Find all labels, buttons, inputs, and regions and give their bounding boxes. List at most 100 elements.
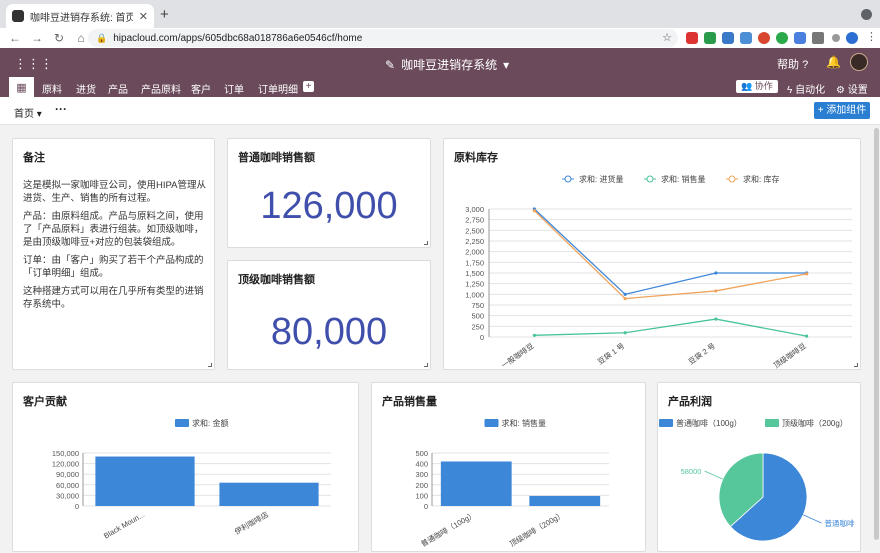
app-name: 咖啡豆进销存系统 bbox=[401, 58, 498, 72]
y-tick-label: 30,000 bbox=[56, 491, 79, 500]
y-tick-label: 2,250 bbox=[465, 237, 484, 246]
kpi-value: 80,000 bbox=[270, 311, 388, 353]
browser-tab-strip: 咖啡豆进销存系统: 首页 ✕ + bbox=[0, 0, 880, 28]
note-paragraph: 这种搭建方式可以用在几乎所有类型的进销存系统中。 bbox=[23, 286, 204, 310]
bar bbox=[529, 495, 601, 506]
menu-item-order-details[interactable]: 订单明细 bbox=[258, 81, 298, 96]
y-tick-label: 2,750 bbox=[465, 216, 484, 225]
data-point bbox=[805, 334, 809, 338]
data-point bbox=[532, 333, 536, 337]
resize-handle[interactable] bbox=[424, 363, 428, 367]
tab-title: 咖啡豆进销存系统: 首页 bbox=[30, 12, 133, 24]
y-tick-label: 750 bbox=[471, 301, 484, 310]
menu-item-product-materials[interactable]: 产品原料 bbox=[141, 81, 181, 96]
app-title[interactable]: ✎ 咖啡豆进销存系统 ▾ bbox=[385, 56, 509, 73]
extension-icon[interactable] bbox=[704, 32, 716, 44]
bar-chart: 求和: 金额 0 30,00060,000 90,000120,000 150,000 B… bbox=[52, 418, 331, 541]
data-point bbox=[714, 289, 718, 293]
menu-item-raw-materials[interactable]: 原料 bbox=[42, 81, 62, 96]
page-scrollbar[interactable] bbox=[874, 128, 879, 540]
translate-extension-icon[interactable] bbox=[794, 32, 806, 44]
url-field[interactable]: 🔒 hipacloud.com/apps/605dbc68a018786a6e0… bbox=[88, 29, 678, 47]
y-tick-label: 500 bbox=[415, 449, 428, 458]
kpi-title: 普通咖啡销售额 bbox=[238, 152, 315, 164]
y-tick-label: 90,000 bbox=[56, 470, 79, 479]
automation-button[interactable]: ϟ 自动化 bbox=[787, 81, 825, 96]
adblock-extension-icon[interactable] bbox=[686, 32, 698, 44]
add-widget-button[interactable]: + 添加组件 bbox=[814, 102, 870, 119]
extension-icon[interactable] bbox=[740, 32, 752, 44]
data-point bbox=[623, 292, 627, 296]
y-tick-label: 500 bbox=[471, 312, 484, 321]
series-line bbox=[533, 210, 807, 300]
legend-swatch bbox=[765, 419, 779, 427]
legend-swatch bbox=[484, 419, 499, 427]
collab-label: 协作 bbox=[754, 81, 773, 91]
page-toolbar: 首页 ▾ ··· + 添加组件 bbox=[0, 97, 880, 125]
menu-item-customer[interactable]: 客户 bbox=[191, 81, 211, 96]
forward-icon[interactable]: → bbox=[30, 31, 44, 45]
new-tab-icon[interactable]: + bbox=[160, 6, 169, 23]
pie-data-label: 普通咖啡 bbox=[825, 518, 855, 528]
add-table-button[interactable]: + bbox=[303, 81, 314, 92]
extension-icon[interactable] bbox=[776, 32, 788, 44]
bar bbox=[440, 461, 512, 506]
menu-item-product[interactable]: 产品 bbox=[108, 81, 128, 96]
resize-handle[interactable] bbox=[854, 363, 858, 367]
more-options-icon[interactable]: ··· bbox=[55, 102, 67, 116]
note-paragraph: 这是模拟一家咖啡豆公司，使用HIPA管理从进货、生产、销售的所有过程。 bbox=[23, 180, 206, 204]
coffee-bean-icon: ✎ bbox=[385, 57, 396, 72]
legend-swatch bbox=[646, 175, 654, 183]
data-point bbox=[623, 331, 627, 335]
settings-button[interactable]: ⚙ 设置 bbox=[836, 81, 868, 96]
kpi-title: 顶级咖啡销售额 bbox=[238, 274, 315, 286]
extension-icon[interactable] bbox=[832, 34, 840, 42]
browser-tab[interactable]: 咖啡豆进销存系统: 首页 ✕ bbox=[6, 4, 154, 28]
x-tick-label: 豆袋 1 号 bbox=[595, 340, 626, 366]
page-selector[interactable]: 首页 ▾ bbox=[14, 105, 42, 120]
collaborate-button[interactable]: 👥 协作 bbox=[736, 80, 778, 93]
apps-grid-icon[interactable]: ⋮⋮⋮ bbox=[14, 56, 53, 72]
menu-item-order[interactable]: 订单 bbox=[224, 81, 244, 96]
reload-icon[interactable]: ↻ bbox=[52, 31, 66, 45]
data-point bbox=[805, 272, 809, 276]
dashboard-home-button[interactable]: ▦ bbox=[9, 77, 34, 97]
tab-close-icon[interactable]: ✕ bbox=[139, 10, 148, 23]
legend-swatch bbox=[659, 419, 673, 427]
extension-icon[interactable] bbox=[722, 32, 734, 44]
stock-chart-card: 原料库存 求和: 进货量 求和: 销售量 求和: 库存 0 250 500 750 1,000… bbox=[443, 138, 861, 370]
y-tick-label: 400 bbox=[415, 460, 428, 469]
y-tick-label: 1,500 bbox=[465, 269, 484, 278]
note-paragraph: 产品：由原料组成。产品与原料之间，使用了「产品原料」表进行组装。如顶级咖啡，是由… bbox=[23, 211, 204, 248]
help-label: 帮助 bbox=[777, 59, 799, 71]
resize-handle[interactable] bbox=[424, 241, 428, 245]
bookmark-star-icon[interactable]: ☆ bbox=[662, 31, 672, 44]
profile-icon[interactable] bbox=[846, 32, 858, 44]
legend-label: 求和: 库存 bbox=[743, 174, 779, 184]
legend-label: 普通咖啡（100g） bbox=[676, 418, 742, 428]
extension-icon[interactable] bbox=[758, 32, 770, 44]
data-point bbox=[532, 209, 536, 213]
profit-chart-card: 产品利润 普通咖啡（100g） 顶级咖啡（200g） 普通咖啡 58000 bbox=[657, 382, 861, 552]
kpi-value: 126,000 bbox=[260, 185, 398, 227]
automation-label: 自动化 bbox=[795, 85, 826, 96]
extensions-puzzle-icon[interactable] bbox=[812, 32, 824, 44]
pie-data-label: 58000 bbox=[681, 467, 702, 476]
y-tick-label: 120,000 bbox=[52, 460, 79, 469]
add-widget-label: 添加组件 bbox=[826, 105, 867, 116]
browser-menu-icon[interactable]: ⋮ bbox=[866, 30, 878, 43]
y-tick-label: 2,000 bbox=[465, 248, 484, 257]
y-tick-label: 0 bbox=[75, 502, 79, 511]
back-icon[interactable]: ← bbox=[8, 31, 22, 45]
avatar[interactable] bbox=[850, 53, 868, 71]
menu-item-purchase[interactable]: 进货 bbox=[76, 81, 96, 96]
resize-handle[interactable] bbox=[208, 363, 212, 367]
help-button[interactable]: 帮助 ? bbox=[777, 56, 808, 72]
y-tick-label: 0 bbox=[424, 502, 428, 511]
notification-bell-icon[interactable]: 🔔 bbox=[826, 55, 841, 69]
tab-search-icon[interactable] bbox=[861, 9, 872, 20]
legend-label: 顶级咖啡（200g） bbox=[782, 418, 848, 428]
y-tick-label: 250 bbox=[471, 322, 484, 331]
x-tick-label: Black Moun... bbox=[102, 510, 146, 541]
home-icon[interactable]: ⌂ bbox=[74, 31, 88, 45]
